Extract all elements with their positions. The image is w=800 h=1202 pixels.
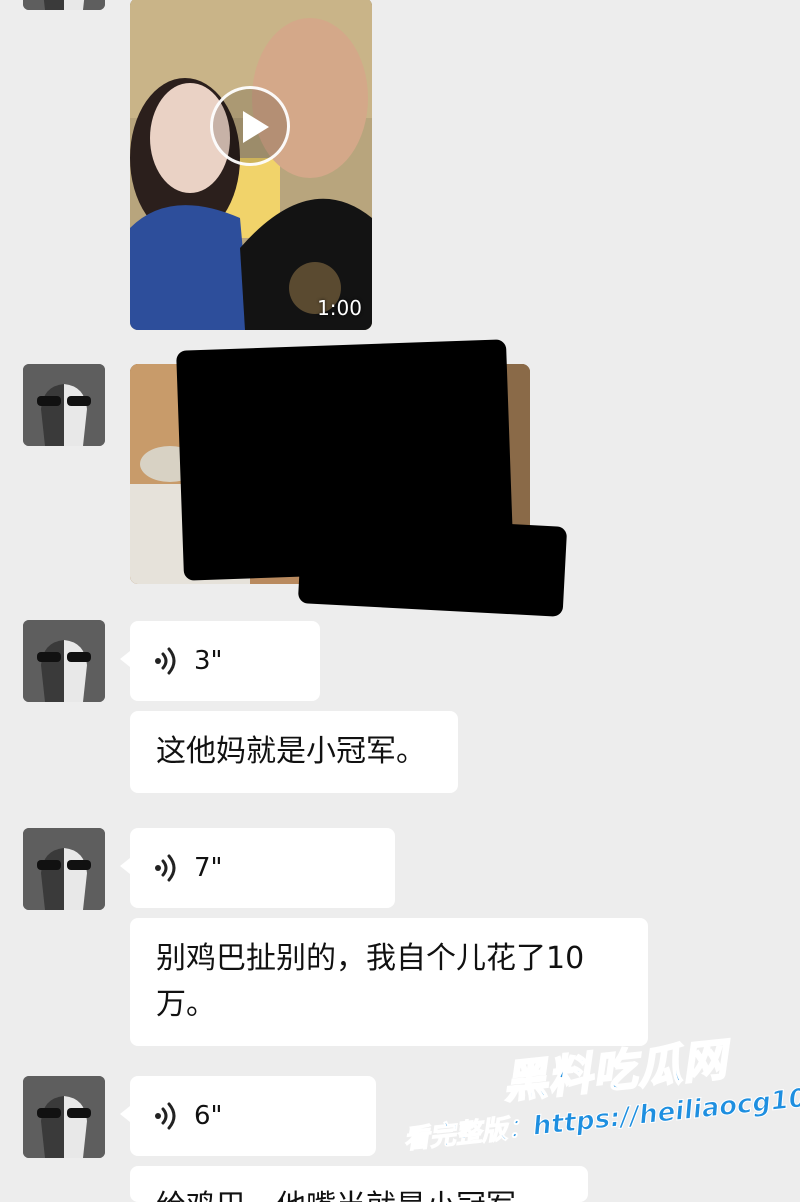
avatar[interactable] xyxy=(23,620,105,702)
voice-duration: 7" xyxy=(194,853,223,883)
play-icon[interactable] xyxy=(210,86,290,166)
voice-message[interactable]: 7" xyxy=(120,828,395,908)
text-message[interactable]: 别鸡巴扯别的，我自个儿花了10万。 xyxy=(130,918,648,1046)
voice-wave-icon xyxy=(155,854,176,882)
voice-wave-icon xyxy=(155,647,176,675)
avatar[interactable] xyxy=(23,364,105,446)
avatar[interactable] xyxy=(23,828,105,910)
message-text: 别鸡巴扯别的，我自个儿花了10万。 xyxy=(156,941,585,1022)
voice-wave-icon xyxy=(155,1102,176,1130)
voice-message[interactable]: 6" xyxy=(120,1076,376,1156)
voice-duration: 6" xyxy=(194,1101,223,1131)
avatar[interactable] xyxy=(23,1076,105,1158)
video-duration: 1:00 xyxy=(317,296,362,320)
redaction-mark xyxy=(297,513,568,617)
voice-duration: 3" xyxy=(194,646,223,676)
video-message[interactable]: 1:00 xyxy=(130,0,372,330)
message-text: 这他妈就是小冠军。 xyxy=(156,734,426,769)
text-message[interactable]: 这他妈就是小冠军。 xyxy=(130,711,458,793)
avatar[interactable] xyxy=(23,0,105,10)
voice-message[interactable]: 3" xyxy=(120,621,320,701)
